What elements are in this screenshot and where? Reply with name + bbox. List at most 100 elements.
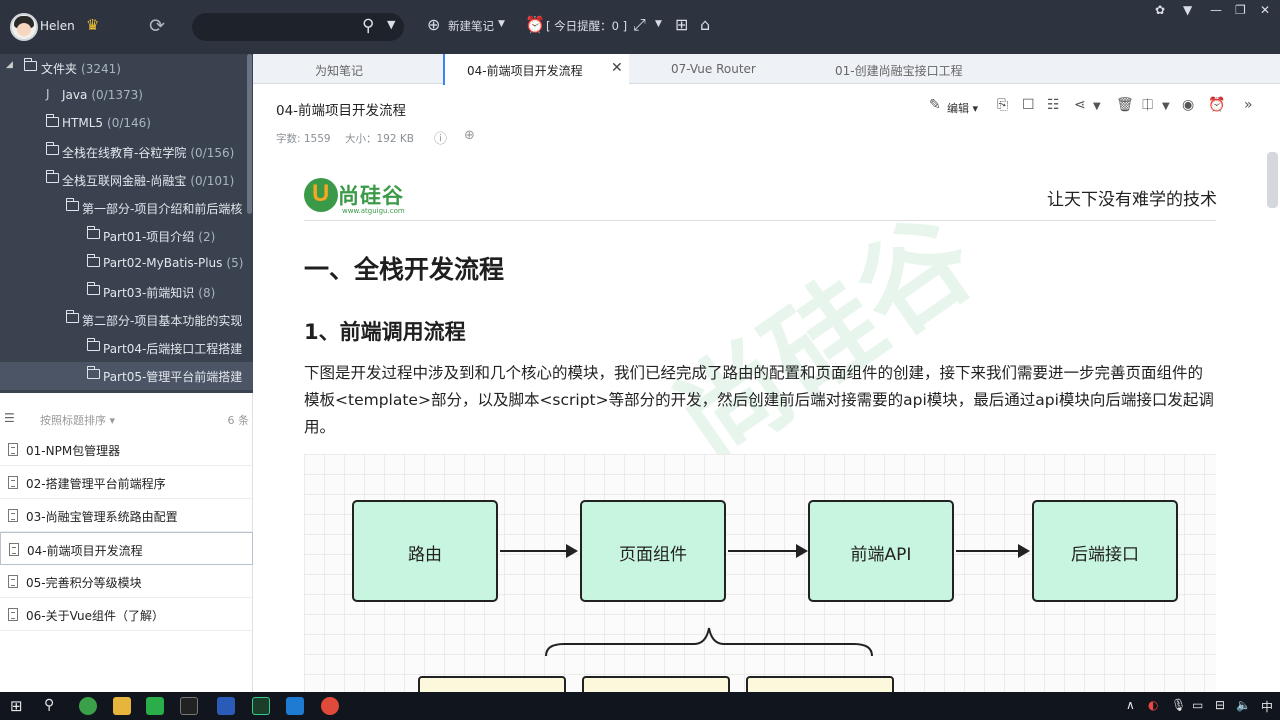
chevron-down-icon[interactable]: ▼ [387,18,395,31]
home-icon[interactable]: ⌂ [700,15,710,34]
app-360-icon[interactable] [79,697,97,715]
folder-part05[interactable]: Part05-管理平台前端搭建 [0,362,253,390]
expand-arrow-icon[interactable]: ◢ [6,60,13,70]
vscode-icon[interactable] [286,697,304,715]
comment-icon[interactable]: ☐ [1022,97,1035,113]
file-explorer-icon[interactable] [113,697,131,715]
edit-icon[interactable]: ✎ [929,97,941,113]
folder-tree: ◢ 文件夹 (3241) J Java (0/1373) HTML5 (0/146) … [0,54,253,393]
note-item[interactable]: 06-关于Vue组件（了解） [0,598,253,631]
alarm-icon[interactable]: ⏰ [525,15,545,34]
note-item[interactable]: 02-搭建管理平台前端程序 [0,466,253,499]
network-icon[interactable]: ⊟ [1215,698,1225,712]
flow-diagram: 路由 页面组件 前端API 后端接口 [304,454,1216,692]
battery-icon[interactable]: ▭ [1192,698,1203,712]
restore-icon[interactable]: ❐ [1235,3,1246,17]
tab-vue-router[interactable]: 07-Vue Router [629,54,799,84]
close-icon[interactable]: ✕ [1260,3,1270,17]
arrow [956,544,1030,558]
note-title[interactable]: 04-前端项目开发流程 [276,99,406,119]
folder-html5[interactable]: HTML5 (0/146) [0,110,253,138]
note-item[interactable]: 05-完善积分等级模块 [0,565,253,598]
windows-start-icon[interactable]: ⊞ [10,697,23,715]
reading-icon[interactable]: ⎅ [1142,97,1153,113]
chevron-down-icon[interactable]: ▼ [498,19,505,29]
folder-icon [45,114,59,127]
expand-icon[interactable]: ⤢ [633,15,646,35]
tab-create-project[interactable]: 01-创建尚融宝接口工程 [799,54,999,84]
avatar[interactable] [10,13,38,41]
sub-box [418,676,566,692]
folder-java[interactable]: J Java (0/1373) [0,82,253,110]
edit-button[interactable]: 编辑 ▾ [947,100,978,116]
note-list: ☰ 按照标题排序 ▾ 6 条 01-NPM包管理器 02-搭建管理平台前端程序 … [0,393,253,692]
slogan: 让天下没有难学的技术 [1047,190,1217,210]
skin-icon[interactable]: ✿ [1155,3,1165,17]
sync-icon[interactable]: ⟳ [149,15,165,37]
chevron-down-icon[interactable]: ▼ [1162,101,1170,112]
ime-indicator[interactable]: 中 [1261,698,1273,715]
plus-circle-icon[interactable]: ⊕ [427,15,440,34]
folder-icon [86,226,100,239]
tab-wiz[interactable]: 为知笔记 [253,54,443,84]
attachment-icon[interactable]: ⎘ [997,97,1008,113]
info-icon[interactable]: ⓘ [434,128,447,147]
folder-part-two[interactable]: 第二部分-项目基本功能的实现 [0,306,253,334]
document-icon [8,575,18,588]
app-icon[interactable] [252,697,270,715]
wechat-icon[interactable] [146,697,164,715]
document-icon [8,608,18,621]
folder-srb[interactable]: 全栈互联网金融-尚融宝 (0/101) [0,166,253,194]
folder-part01[interactable]: Part01-项目介绍 (2) [0,222,253,250]
paragraph: 下图是开发过程中涉及到和几个核心的模块，我们已经完成了路由的配置和页面组件的创建… [304,364,1214,436]
folder-guli[interactable]: 全栈在线教育-谷粒学院 (0/156) [0,138,253,166]
document-icon [9,543,19,556]
folder-part02[interactable]: Part02-MyBatis-Plus (5) [0,250,253,278]
document-icon [8,476,18,489]
folder-icon [86,254,100,267]
alarm-icon[interactable]: ⏰ [1208,97,1225,113]
username[interactable]: Helen [40,19,75,33]
search-icon[interactable]: ⚲ [44,697,54,713]
folder-part03[interactable]: Part03-前端知识 (8) [0,278,253,306]
tab-current-note[interactable]: 04-前端项目开发流程 ✕ [443,54,629,85]
volume-icon[interactable]: 🔈 [1236,698,1251,712]
sort-dropdown[interactable]: 按照标题排序 ▾ [40,412,115,428]
crown-icon: ♛ [86,16,100,34]
tray-app-icon[interactable]: ◐ [1148,698,1158,712]
outline-icon[interactable]: ☷ [1047,97,1060,113]
folder-part-one[interactable]: 第一部分-项目介绍和前后端核 [0,194,253,222]
list-icon[interactable]: ☰ [4,411,15,425]
tray-expand-icon[interactable]: ∧ [1126,698,1135,712]
intellij-icon[interactable] [180,697,198,715]
weibo-icon[interactable]: ◉ [1182,97,1194,113]
arrow [728,544,808,558]
chevron-down-icon[interactable]: ▼ [1093,101,1101,112]
folder-part04[interactable]: Part04-后端接口工程搭建 [0,334,253,362]
note-item[interactable]: 01-NPM包管理器 [0,433,253,466]
sidebar-scrollbar[interactable] [247,54,252,214]
content-scrollbar[interactable] [1267,152,1278,208]
sub-box [746,676,894,692]
word-icon[interactable] [217,697,235,715]
search-icon[interactable]: ⚲ [362,16,374,36]
note-content[interactable]: 尚硅谷 尚硅谷 www.atguigu.com 让天下没有难学的技术 一、全栈开… [254,152,1264,692]
reminder-button[interactable]: [ 今日提醒：0 ] [546,18,627,34]
menu-icon[interactable]: ▼ [1183,3,1192,17]
share-icon[interactable]: ⋖ [1074,97,1086,113]
note-item[interactable]: 03-尚融宝管理系统路由配置 [0,499,253,532]
folder-root[interactable]: ◢ 文件夹 (3241) [0,54,253,82]
box-backend-api: 后端接口 [1032,500,1178,602]
minimize-icon[interactable]: — [1210,3,1222,17]
grid-icon[interactable]: ⊞ [675,15,688,34]
note-item-selected[interactable]: 04-前端项目开发流程 [0,532,253,565]
microphone-icon[interactable]: 🎙 [1171,698,1186,712]
delete-icon[interactable]: 🗑 [1116,97,1134,113]
close-icon[interactable]: ✕ [611,60,623,76]
add-tag-icon[interactable]: ⊕ [464,128,475,143]
more-icon[interactable]: » [1244,97,1253,113]
chevron-down-icon[interactable]: ▼ [655,19,662,29]
new-note-button[interactable]: 新建笔记 [448,18,494,34]
chrome-icon[interactable] [321,697,339,715]
folder-icon [86,338,100,351]
